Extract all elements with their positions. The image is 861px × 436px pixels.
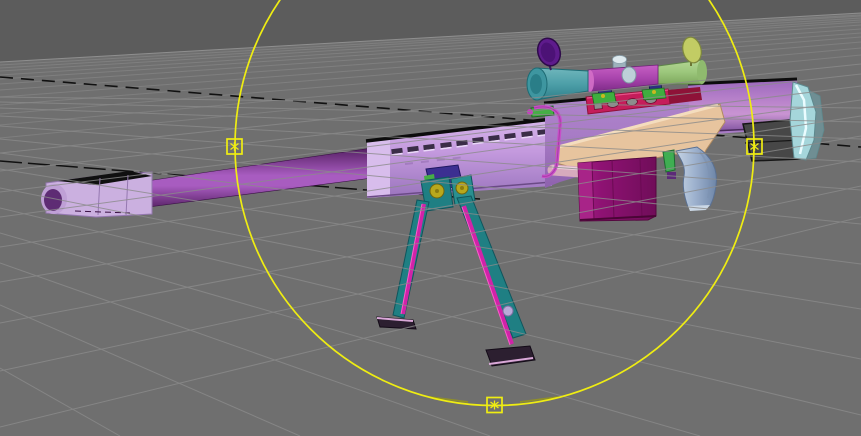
magazine[interactable] [578,157,656,221]
ground-plane [0,13,861,436]
ring-screw [601,94,605,98]
leg-knob [503,306,513,316]
focus-knob[interactable] [622,67,636,83]
ring-screw [652,90,656,94]
3d-viewport[interactable] [0,0,861,436]
